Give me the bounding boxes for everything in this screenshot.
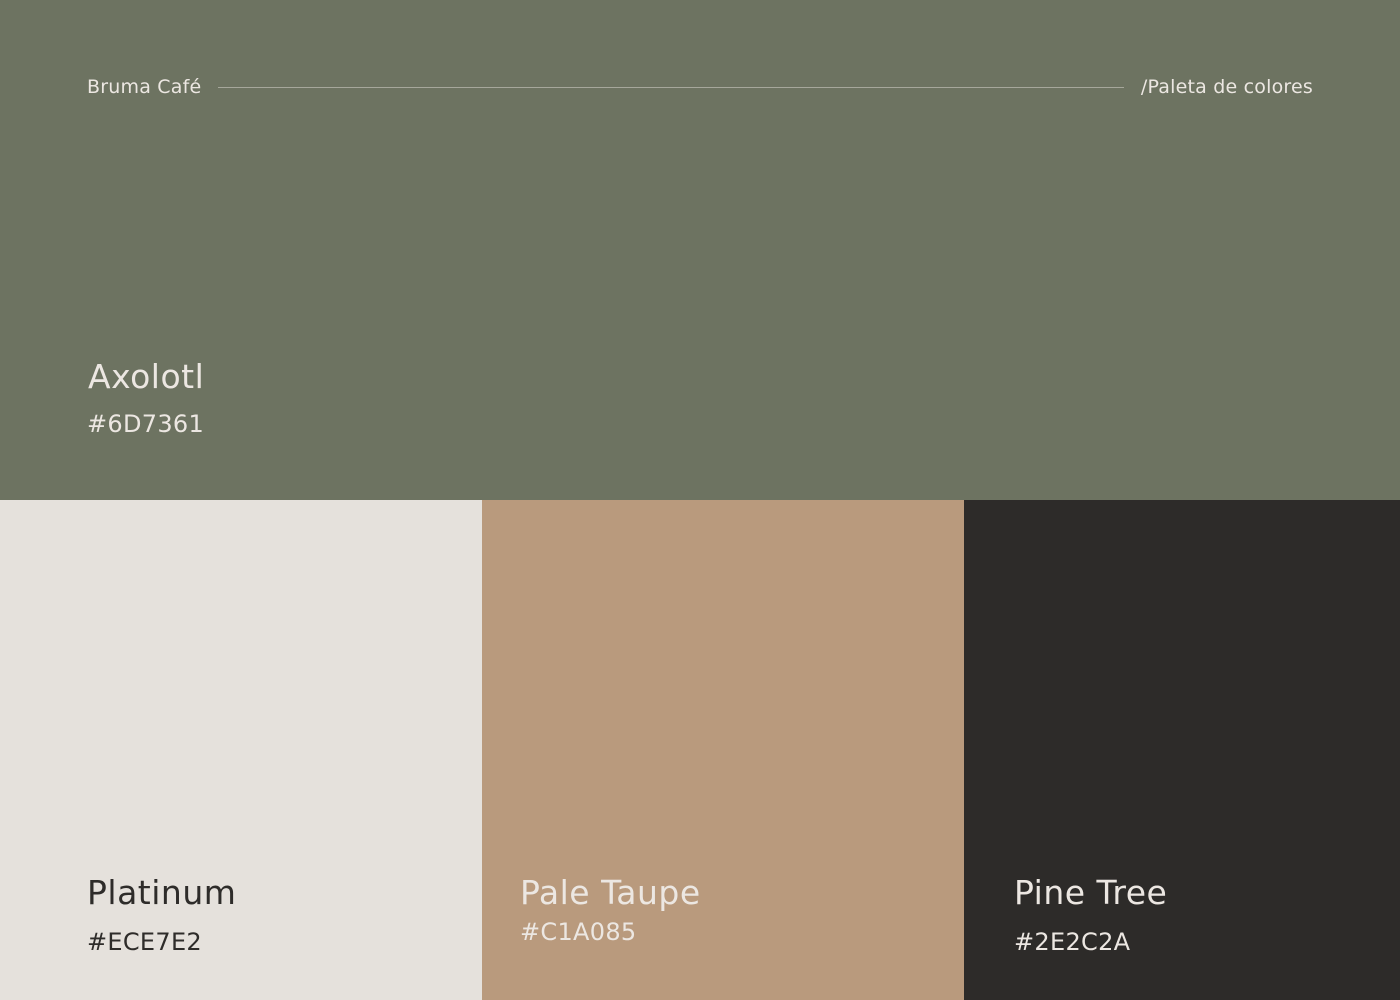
palette-page: Bruma Café /Paleta de colores Axolotl #6… (0, 0, 1400, 1000)
header-divider (218, 86, 1124, 88)
swatch-hex-code: #2E2C2A (1014, 928, 1131, 956)
swatch-hex-code: #C1A085 (520, 918, 637, 946)
swatch-axolotl: Bruma Café /Paleta de colores Axolotl #6… (0, 0, 1400, 500)
swatch-pale-taupe: Pale Taupe #C1A085 (482, 500, 964, 1000)
swatch-name: Pine Tree (1014, 873, 1168, 912)
swatch-name: Platinum (87, 873, 237, 912)
swatch-platinum: Platinum #ECE7E2 (0, 500, 482, 1000)
page-header: Bruma Café /Paleta de colores (87, 74, 1313, 100)
swatch-hex-code: #ECE7E2 (87, 928, 202, 956)
section-label: /Paleta de colores (1140, 76, 1313, 98)
swatch-hex-code: #6D7361 (87, 410, 205, 438)
swatch-pine-tree: Pine Tree #2E2C2A (964, 500, 1400, 1000)
swatch-name: Axolotl (88, 357, 205, 396)
swatch-name: Pale Taupe (520, 873, 701, 912)
brand-name: Bruma Café (87, 76, 202, 98)
swatch-row: Platinum #ECE7E2 Pale Taupe #C1A085 Pine… (0, 500, 1400, 1000)
